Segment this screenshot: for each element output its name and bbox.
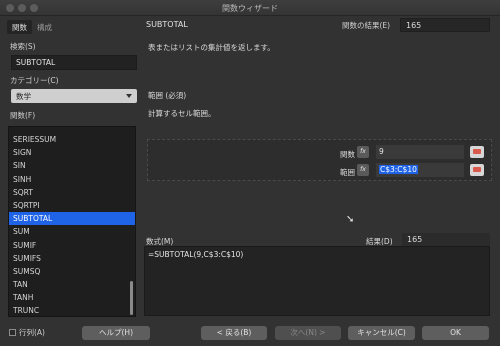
list-item[interactable]: SUMIF (9, 239, 135, 252)
argument-header: 範囲 (必須) (148, 91, 187, 100)
help-button[interactable]: ヘルプ(H) (82, 326, 150, 340)
shrink-dialog-icon[interactable] (470, 146, 484, 158)
argument-row-function: 関数 fx 9 (148, 145, 491, 161)
array-checkbox-label: 行列(A) (19, 328, 45, 337)
list-item[interactable]: SUMSQ (9, 265, 135, 278)
list-item[interactable]: SQRT (9, 186, 135, 199)
argument-description: 計算するセル範囲。 (148, 109, 216, 118)
search-label: 検索(S) (10, 42, 36, 51)
array-checkbox[interactable] (9, 329, 16, 336)
function-list[interactable]: SERIESSUM SIGN SIN SINH SQRT SQRTPI SUBTOTAL SU… (8, 126, 136, 317)
list-item[interactable]: SIN (9, 159, 135, 172)
function-list-scrollbar[interactable] (130, 281, 133, 315)
formula-editor[interactable]: =SUBTOTAL(9,C$3:C$10) (144, 246, 490, 316)
list-item[interactable]: TANH (9, 291, 135, 304)
function-description: 表またはリストの集計値を返します。 (148, 43, 275, 52)
list-item[interactable]: SIGN (9, 146, 135, 159)
argument-name: 範囲 (340, 168, 355, 177)
back-button[interactable]: < 戻る(B) (201, 326, 267, 340)
fx-icon[interactable]: fx (357, 164, 369, 176)
mouse-cursor-icon: ➘ (346, 214, 355, 225)
category-dropdown[interactable]: 数学 (11, 89, 137, 103)
list-item[interactable]: SERIESSUM (9, 133, 135, 146)
category-selected-value: 数学 (16, 92, 31, 101)
tab-bar: 関数 構成 (7, 20, 57, 34)
list-item[interactable]: TAN (9, 278, 135, 291)
list-item[interactable]: SUMIFS (9, 252, 135, 265)
category-label: カテゴリー(C) (10, 76, 59, 85)
arguments-panel: 関数 fx 9 範囲 fx C$3:C$10 (147, 139, 492, 181)
list-item[interactable]: SUM (9, 225, 135, 238)
argument-input-range[interactable]: C$3:C$10 (376, 163, 464, 177)
window-title: 関数ウィザード (222, 4, 278, 13)
result-value: 165 (402, 233, 490, 247)
function-result-label: 関数の結果(E) (342, 21, 391, 30)
search-input[interactable] (11, 55, 137, 70)
argument-input-function[interactable]: 9 (376, 145, 464, 159)
argument-name: 関数 (340, 150, 355, 159)
list-item[interactable]: SQRTPI (9, 199, 135, 212)
functions-label: 関数(F) (10, 111, 36, 120)
ok-button[interactable]: OK (422, 326, 489, 340)
cancel-button[interactable]: キャンセル(C) (348, 326, 415, 340)
function-wizard-window: 関数ウィザード 関数 構成 検索(S) カテゴリー(C) 数学 関数(F) SE… (0, 0, 500, 346)
list-item[interactable]: SUBTOTAL (9, 212, 135, 226)
title-bar: 関数ウィザード (0, 0, 500, 16)
selected-range-text: C$3:C$10 (379, 165, 418, 174)
next-button[interactable]: 次へ(N) > (275, 326, 341, 340)
tab-functions[interactable]: 関数 (7, 20, 32, 34)
selected-function-name: SUBTOTAL (146, 20, 188, 29)
list-item[interactable]: TRUNC (9, 304, 135, 316)
chevron-down-icon (126, 94, 132, 98)
tab-structure[interactable]: 構成 (32, 20, 57, 34)
list-item[interactable]: SINH (9, 173, 135, 186)
argument-row-range: 範囲 fx C$3:C$10 (148, 163, 491, 179)
function-result-value: 165 (400, 18, 490, 32)
fx-icon[interactable]: fx (357, 146, 369, 158)
shrink-dialog-icon[interactable] (470, 164, 484, 176)
